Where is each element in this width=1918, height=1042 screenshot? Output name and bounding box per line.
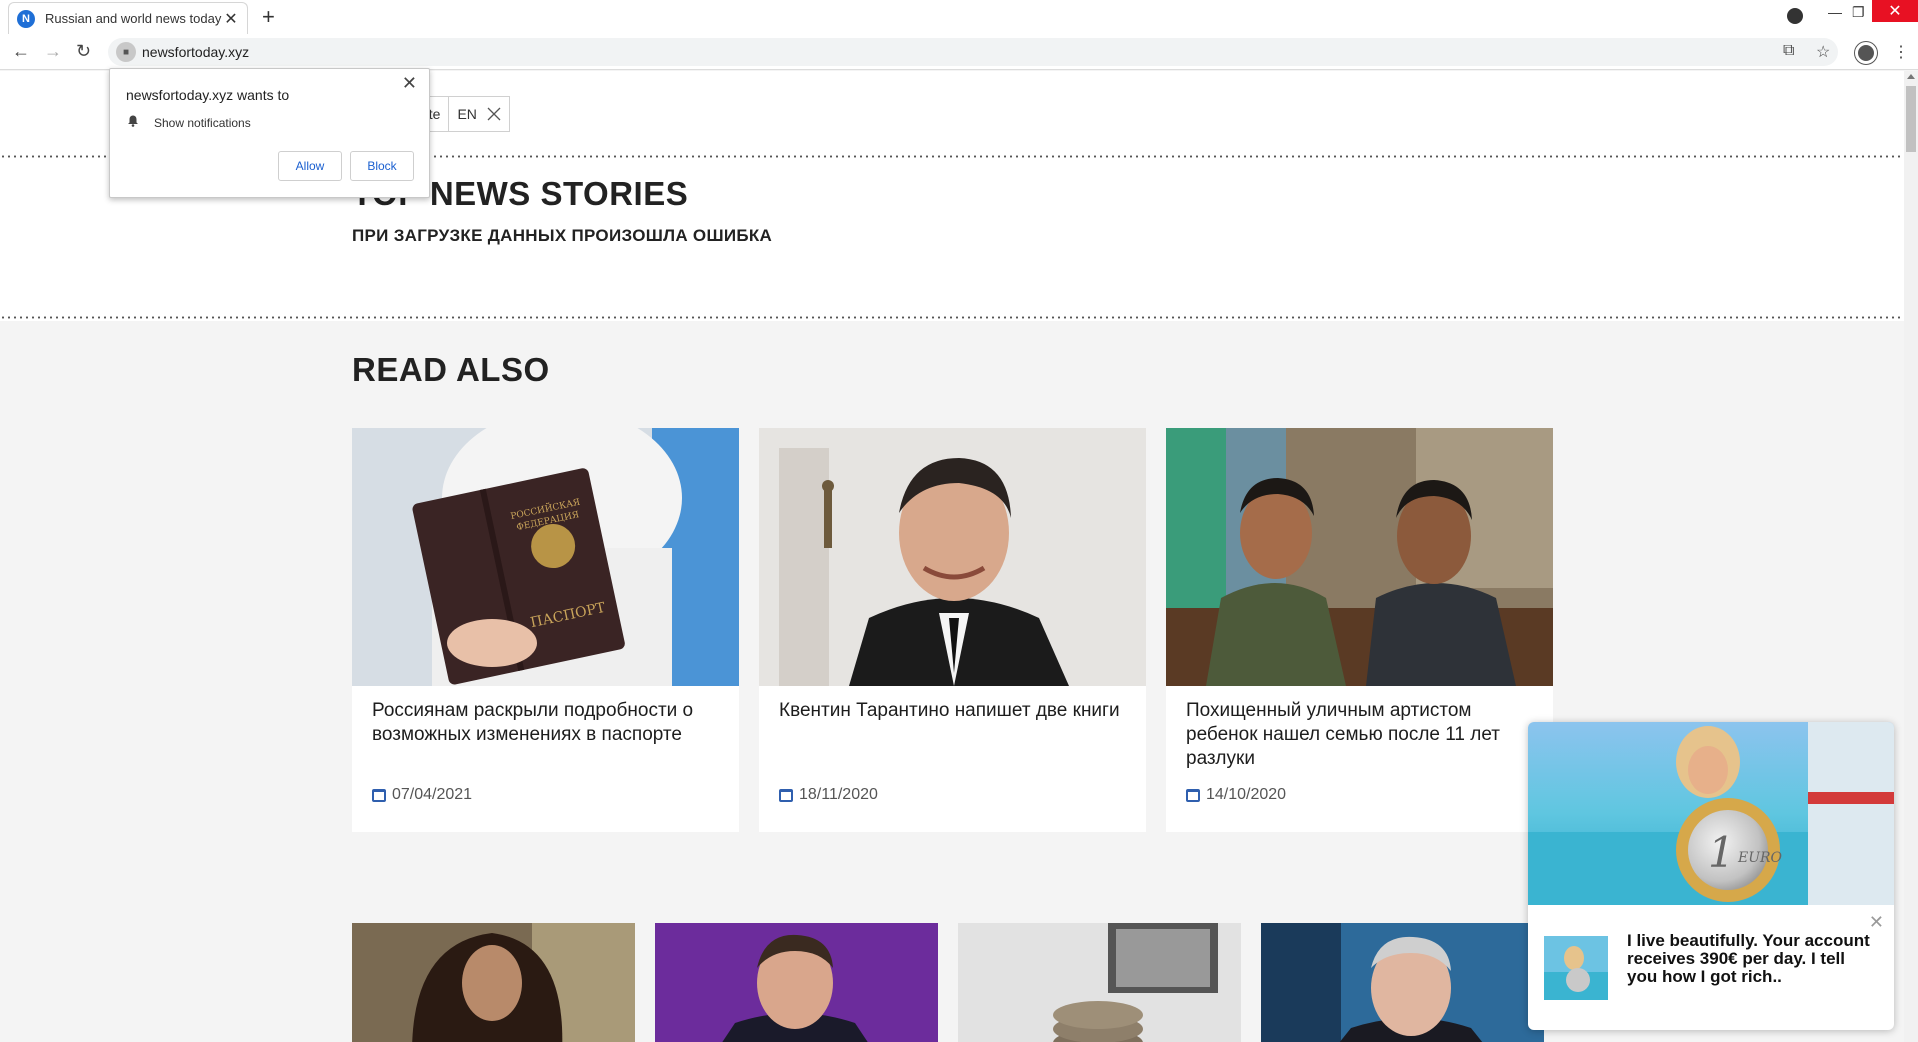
lock-icon[interactable]: ■ <box>116 42 136 62</box>
news-card-headline[interactable]: Квентин Тарантино напишет две книги <box>779 699 1129 723</box>
back-arrow-icon[interactable]: ← <box>12 40 30 62</box>
top-news-error: ПРИ ЗАГРУЗКЕ ДАННЫХ ПРОИЗОШЛА ОШИБКА <box>352 226 773 245</box>
page-scrollbar[interactable] <box>1904 71 1918 1042</box>
browser-toolbar: ← → ↻ ■ newsfortoday.xyz ⧉ ☆ ⋮ <box>0 34 1918 70</box>
tab-title: Russian and world news today <box>45 11 222 26</box>
news-card-date: 18/11/2020 <box>779 786 878 804</box>
scroll-up-arrow-icon[interactable] <box>1907 74 1915 79</box>
news-thumbnail[interactable] <box>958 923 1241 1042</box>
bell-icon <box>128 115 138 127</box>
reload-icon[interactable]: ↻ <box>76 40 91 62</box>
language-current[interactable]: EN <box>449 106 508 122</box>
translate-icon[interactable]: ⧉ <box>1783 42 1794 60</box>
ad-text[interactable]: I live beautifully. Your account receive… <box>1627 932 1877 986</box>
url-text[interactable]: newsfortoday.xyz <box>142 44 249 60</box>
calendar-icon <box>372 788 386 802</box>
read-also-heading: READ ALSO <box>352 351 550 388</box>
news-card-date: 07/04/2021 <box>372 786 472 804</box>
tab-bar: N Russian and world news today ✕ + — ❐ ✕ <box>0 0 1918 34</box>
browser-tab[interactable]: N Russian and world news today ✕ <box>8 2 248 34</box>
profile-avatar-icon[interactable] <box>1855 42 1877 64</box>
kebab-menu-icon[interactable]: ⋮ <box>1893 42 1909 62</box>
window-close-button[interactable]: ✕ <box>1872 0 1918 22</box>
coin-label-text: EURO <box>1737 850 1783 866</box>
advertisement-popup[interactable]: 1 EURO ✕ I live beautifully. Your accoun… <box>1528 722 1894 1030</box>
date-text: 14/10/2020 <box>1206 786 1287 803</box>
browser-menu-dot-icon[interactable] <box>1787 8 1803 24</box>
calendar-icon <box>1186 788 1200 802</box>
new-tab-button[interactable]: + <box>262 6 275 28</box>
bookmark-star-icon[interactable]: ☆ <box>1816 42 1830 62</box>
notification-permission-item: Show notifications <box>154 116 251 130</box>
site-favicon-icon: N <box>17 9 35 28</box>
news-card-image[interactable] <box>759 428 1146 686</box>
notification-permission-popup: newsfortoday.xyz wants to ✕ Show notific… <box>109 68 430 198</box>
ad-thumbnail[interactable] <box>1544 936 1608 1000</box>
news-card-date: 14/10/2020 <box>1186 786 1286 804</box>
news-thumbnail[interactable] <box>1261 923 1544 1042</box>
minimize-icon[interactable]: — <box>1828 4 1842 20</box>
news-card-headline[interactable]: Россиянам раскрыли подробности о возможн… <box>372 699 722 747</box>
language-clear-icon[interactable] <box>487 107 501 121</box>
news-card[interactable]: Квентин Тарантино напишет две книги 18/1… <box>759 428 1146 832</box>
news-card[interactable]: РОССИЙСКАЯ ФЕДЕРАЦИЯ ПАСПОРТ Россиянам р… <box>352 428 739 832</box>
coin-value-text: 1 <box>1708 828 1735 877</box>
ad-image[interactable]: 1 EURO <box>1528 722 1894 905</box>
language-code: EN <box>457 106 477 122</box>
calendar-icon <box>779 788 793 802</box>
allow-button[interactable]: Allow <box>278 151 342 181</box>
news-thumbnail[interactable] <box>352 923 635 1042</box>
news-card[interactable]: Похищенный уличным артистом ребенок наше… <box>1166 428 1553 832</box>
date-text: 18/11/2020 <box>799 786 878 803</box>
ad-close-icon[interactable]: ✕ <box>1869 912 1884 933</box>
date-text: 07/04/2021 <box>392 786 473 803</box>
news-card-image[interactable]: РОССИЙСКАЯ ФЕДЕРАЦИЯ ПАСПОРТ <box>352 428 739 686</box>
notification-prompt-title: newsfortoday.xyz wants to <box>126 87 290 103</box>
news-card-image[interactable] <box>1166 428 1553 686</box>
restore-icon[interactable]: ❐ <box>1852 4 1865 21</box>
news-card-headline[interactable]: Похищенный уличным артистом ребенок наше… <box>1186 699 1536 771</box>
close-icon[interactable]: ✕ <box>402 73 417 94</box>
dotted-divider <box>0 316 1904 319</box>
news-thumbnail[interactable] <box>655 923 938 1042</box>
address-bar[interactable]: ■ newsfortoday.xyz <box>108 38 1838 66</box>
block-button[interactable]: Block <box>350 151 414 181</box>
tab-close-icon[interactable]: ✕ <box>223 9 239 29</box>
scrollbar-thumb[interactable] <box>1906 86 1916 152</box>
forward-arrow-icon[interactable]: → <box>44 40 62 62</box>
